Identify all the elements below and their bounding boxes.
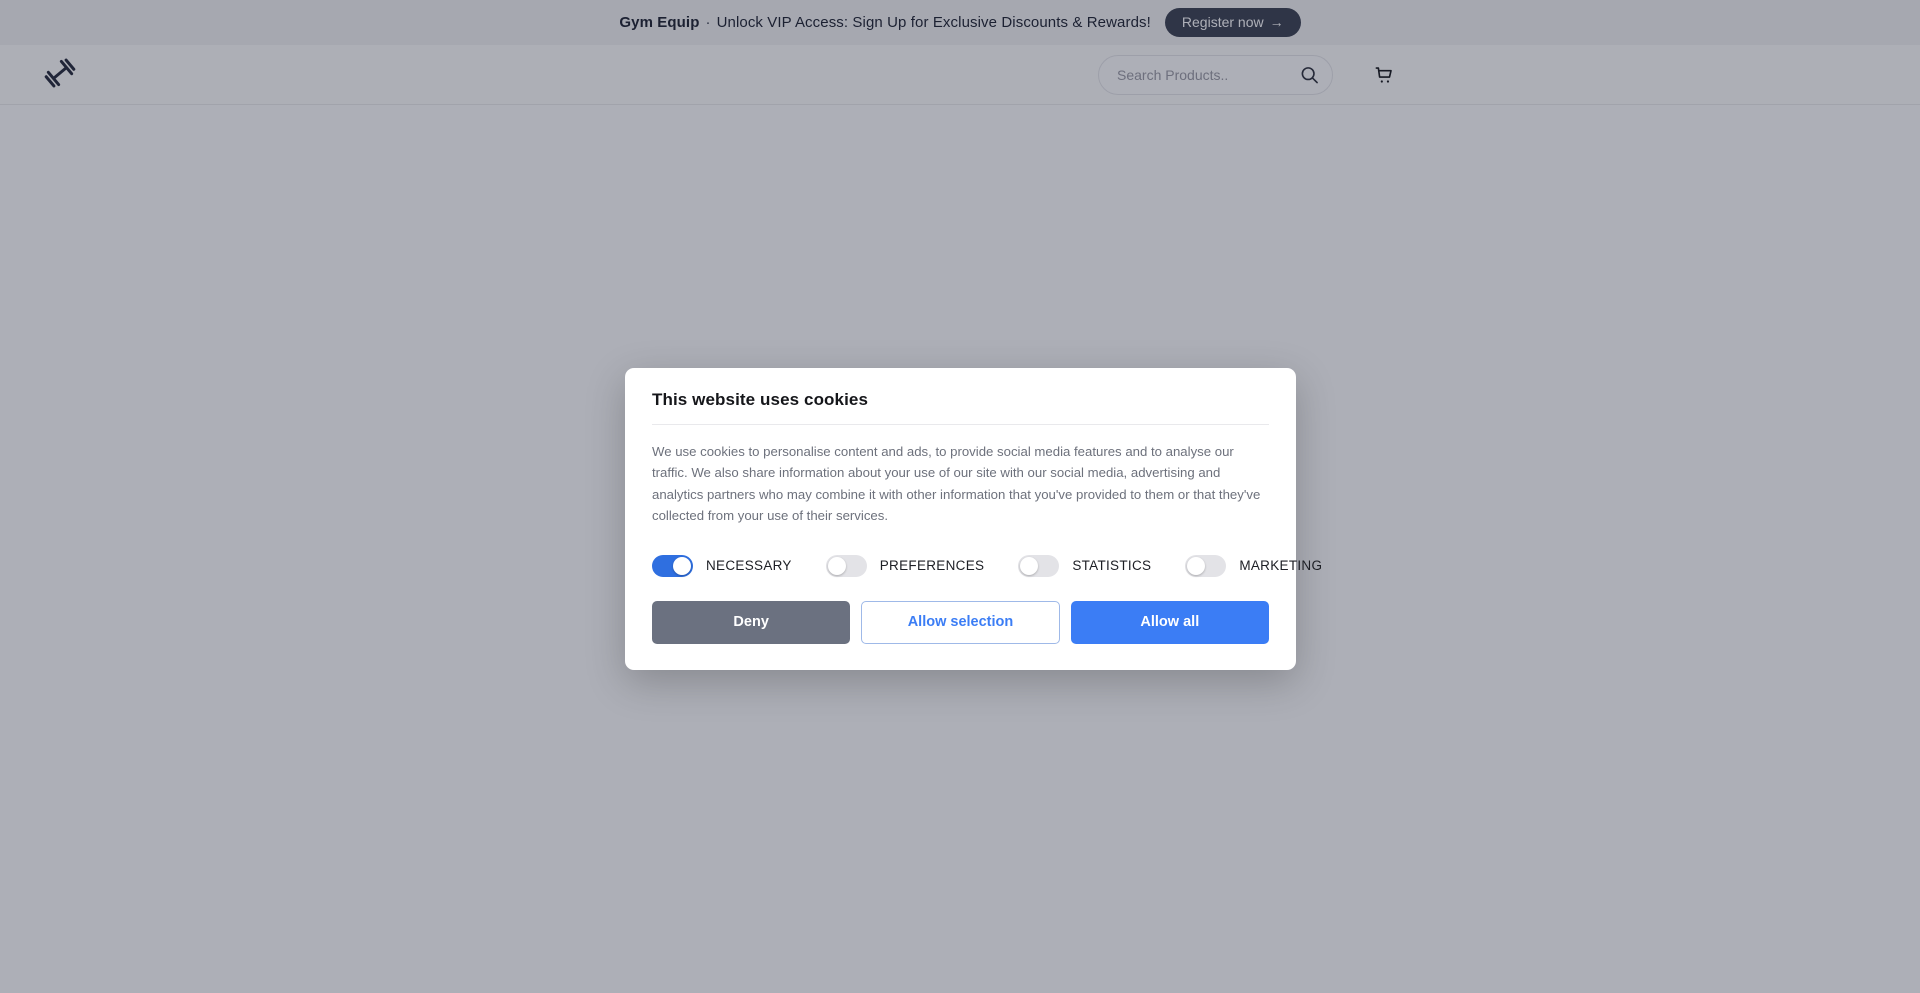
toggle-marketing[interactable] [1185, 554, 1227, 577]
toggle-label-statistics: STATISTICS [1072, 558, 1152, 573]
dialog-actions: Deny Allow selection Allow all [652, 600, 1269, 644]
toggle-group-preferences: PREFERENCES [825, 554, 985, 577]
toggle-statistics[interactable] [1018, 554, 1060, 577]
toggle-label-necessary: NECESSARY [706, 558, 792, 573]
allow-all-button[interactable]: Allow all [1070, 600, 1269, 644]
dialog-title: This website uses cookies [652, 390, 869, 409]
toggle-knob [827, 556, 846, 575]
toggle-label-marketing: MARKETING [1239, 558, 1323, 573]
cookie-category-toggles: NECESSARY PREFERENCES STATISTICS MARKETI… [652, 554, 1322, 577]
allow-selection-button[interactable]: Allow selection [861, 600, 1060, 644]
toggle-label-preferences: PREFERENCES [879, 558, 985, 573]
toggle-knob [1187, 556, 1206, 575]
toggle-group-necessary: NECESSARY [652, 554, 792, 577]
cookie-consent-dialog: This website uses cookies We use cookies… [625, 368, 1322, 670]
toggle-group-statistics: STATISTICS [1018, 554, 1152, 577]
dialog-divider [652, 424, 1269, 425]
toggle-necessary[interactable] [652, 554, 693, 577]
toggle-knob [673, 556, 691, 575]
dialog-body-text: We use cookies to personalise content an… [652, 444, 1261, 524]
toggle-knob [1020, 556, 1039, 575]
page-root: Gym Equip · Unlock VIP Access: Sign Up for… [0, 0, 1920, 993]
deny-button[interactable]: Deny [652, 600, 851, 644]
toggle-preferences[interactable] [825, 554, 867, 577]
toggle-group-marketing: MARKETING [1185, 554, 1323, 577]
